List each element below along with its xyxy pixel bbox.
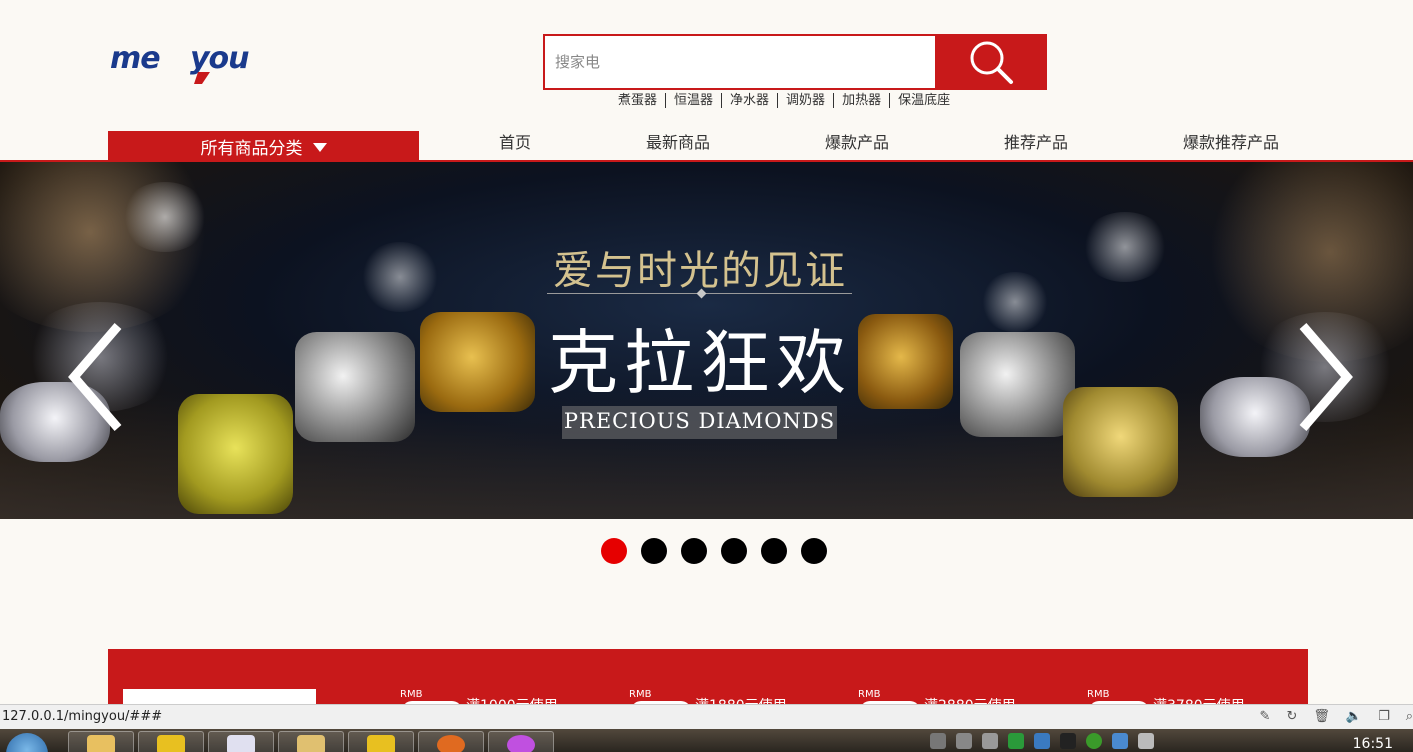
taskbar-app[interactable] <box>68 731 134 752</box>
hot-word-link[interactable]: 调奶器 <box>777 93 833 108</box>
chevron-right-icon <box>1299 323 1353 431</box>
hot-word-link[interactable]: 煮蛋器 <box>610 93 665 108</box>
pin-icon[interactable]: ✎ <box>1260 709 1271 724</box>
search-icon[interactable]: ⌕ <box>1406 709 1413 724</box>
explorer-app-icon <box>297 735 325 752</box>
carousel-dot[interactable] <box>721 538 747 564</box>
site-logo[interactable]: me you <box>110 41 290 86</box>
nav-item-home[interactable]: 首页 <box>498 130 532 160</box>
hot-word-link[interactable]: 恒温器 <box>665 93 721 108</box>
coupon-currency: RMB <box>1087 689 1110 700</box>
taskbar-app[interactable] <box>488 731 554 752</box>
search-bar <box>543 34 1047 90</box>
search-field-box <box>543 34 936 90</box>
taskbar-app[interactable] <box>348 731 414 752</box>
window-icon[interactable]: ❐ <box>1378 709 1390 724</box>
hot-word-link[interactable]: 加热器 <box>833 93 889 108</box>
firefox-app-icon <box>437 735 465 752</box>
os-taskbar: 16:51 <box>0 729 1413 752</box>
tray-icon[interactable] <box>930 733 946 749</box>
carousel-dot-active[interactable] <box>601 538 627 564</box>
svg-text:me: me <box>110 42 160 76</box>
search-input[interactable] <box>545 36 895 88</box>
coupon-promo-image <box>123 689 316 704</box>
coupon-condition: 满1880元使用 <box>695 695 787 704</box>
browser-status-bar: 127.0.0.1/mingyou/### ✎ ↻ 🗑 🔈 ❐ ⌕ <box>0 704 1413 729</box>
status-url: 127.0.0.1/mingyou/### <box>2 709 163 724</box>
carousel-dot[interactable] <box>761 538 787 564</box>
main-nav: 所有商品分类 首页 最新商品 爆款产品 推荐产品 爆款推荐产品 <box>0 130 1413 162</box>
nav-item-hot[interactable]: 爆款产品 <box>824 130 890 160</box>
coupon-condition: 满1000元使用 <box>466 695 558 704</box>
tray-icon[interactable] <box>982 733 998 749</box>
banner-next-button[interactable] <box>1295 322 1355 432</box>
chevron-left-icon <box>68 323 122 431</box>
taskbar-app[interactable] <box>208 731 274 752</box>
taskbar-clock[interactable]: 16:51 <box>1353 736 1393 752</box>
banner-prev-button[interactable] <box>66 322 126 432</box>
nav-item-hot-recommended[interactable]: 爆款推荐产品 <box>1182 130 1280 160</box>
status-icons: ✎ ↻ 🗑 🔈 ❐ ⌕ <box>1260 709 1413 724</box>
trash-icon[interactable]: 🗑 <box>1313 709 1330 724</box>
volume-icon[interactable]: 🔈 <box>1346 709 1362 724</box>
help-app-icon <box>367 735 395 752</box>
tray-icon[interactable] <box>956 733 972 749</box>
hero-banner[interactable]: 爱与时光的见证 克拉狂欢 PRECIOUS DIAMONDS <box>0 162 1413 519</box>
all-categories-label: 所有商品分类 <box>200 139 303 159</box>
tray-icon[interactable] <box>1138 733 1154 749</box>
taskbar-app[interactable] <box>138 731 204 752</box>
taskbar-app[interactable] <box>278 731 344 752</box>
start-button[interactable] <box>6 733 48 752</box>
coupon-condition: 满2880元使用 <box>924 695 1016 704</box>
tray-icon[interactable] <box>1008 733 1024 749</box>
document-app-icon <box>227 735 255 752</box>
banner-headline: 克拉狂欢 <box>548 322 852 404</box>
banner-title: 爱与时光的见证 <box>553 248 847 294</box>
carousel-dot[interactable] <box>801 538 827 564</box>
folder-app-icon <box>87 735 115 752</box>
hot-word-link[interactable]: 净水器 <box>721 93 777 108</box>
refresh-icon[interactable]: ↻ <box>1286 709 1297 724</box>
taskbar-app[interactable] <box>418 731 484 752</box>
search-icon <box>970 41 1013 84</box>
carousel-dot[interactable] <box>681 538 707 564</box>
nav-item-new[interactable]: 最新商品 <box>645 130 711 160</box>
carousel-dot[interactable] <box>641 538 667 564</box>
svg-text:you: you <box>190 42 249 76</box>
coupon-currency: RMB <box>629 689 652 700</box>
tray-icon[interactable] <box>1034 733 1050 749</box>
search-button[interactable] <box>935 34 1047 90</box>
system-tray <box>930 733 1154 749</box>
hot-search-words: 煮蛋器 恒温器 净水器 调奶器 加热器 保温底座 <box>610 93 958 108</box>
browser-app-icon <box>507 735 535 752</box>
nav-item-recommended[interactable]: 推荐产品 <box>1003 130 1069 160</box>
tray-icon[interactable] <box>1060 733 1076 749</box>
tray-icon[interactable] <box>1112 733 1128 749</box>
coupon-currency: RMB <box>400 689 423 700</box>
caret-down-icon <box>312 143 327 152</box>
all-categories-button[interactable]: 所有商品分类 <box>108 131 419 162</box>
tray-icon[interactable] <box>1086 733 1102 749</box>
coupon-strip: RMB 满1000元使用 RMB 满1880元使用 RMB 满2880元使用 R… <box>108 649 1308 704</box>
coupon-currency: RMB <box>858 689 881 700</box>
banner-subtitle: PRECIOUS DIAMONDS <box>563 409 836 433</box>
coupon-condition: 满3780元使用 <box>1153 695 1245 704</box>
hot-word-link[interactable]: 保温底座 <box>889 93 958 108</box>
carousel-indicators <box>601 538 827 564</box>
help-app-icon <box>157 735 185 752</box>
